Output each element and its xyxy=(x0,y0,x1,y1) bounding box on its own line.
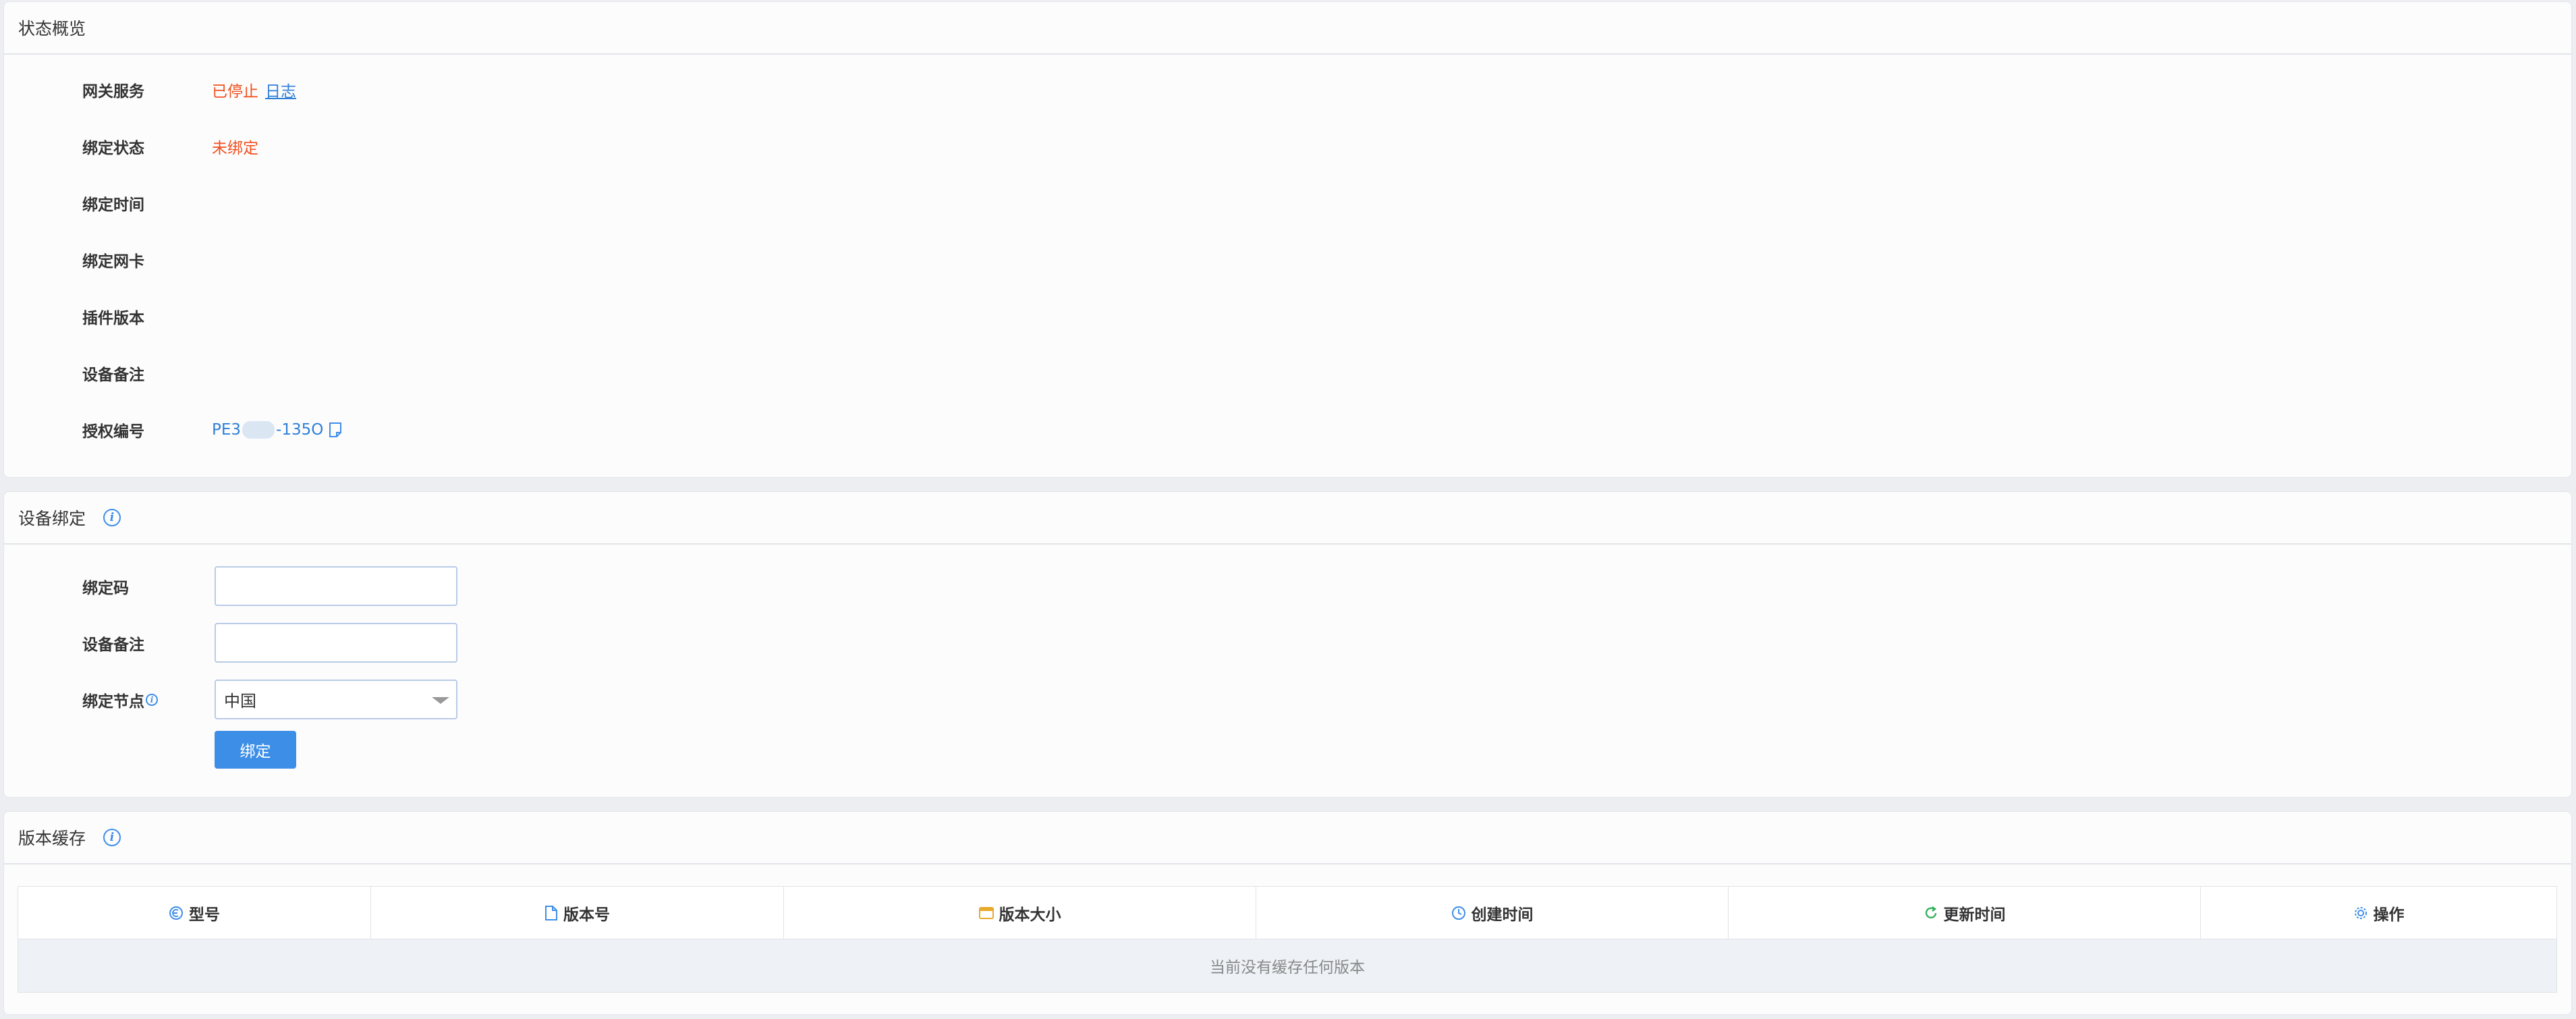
remark-input[interactable] xyxy=(215,623,457,663)
col-created-label: 创建时间 xyxy=(1471,906,1534,924)
cache-table: 型号 版本号 版本大小 创建时间 更新时间 操作 当前没有缓存任何版本 xyxy=(18,886,2557,993)
status-row-plugin-version: 插件版本 xyxy=(4,303,2571,330)
col-updated-label: 更新时间 xyxy=(1943,906,2006,924)
remark-label: 设备备注 xyxy=(82,636,144,654)
cache-empty-row: 当前没有缓存任何版本 xyxy=(18,939,2556,992)
status-panel-title: 状态概览 xyxy=(18,19,86,38)
remark-row: 设备备注 xyxy=(4,623,2571,663)
license-suffix: -135O xyxy=(276,421,324,439)
bind-code-row: 绑定码 xyxy=(4,566,2571,606)
page: 状态概览 网关服务 已停止 日志 绑定状态 未绑定 绑定时间 绑定网卡 插件版本 xyxy=(0,0,2576,1019)
col-size-label: 版本大小 xyxy=(999,906,1061,924)
license-value: PE3 -135O xyxy=(212,421,342,439)
status-panel-header: 状态概览 xyxy=(4,2,2571,55)
col-model[interactable]: 型号 xyxy=(18,887,371,939)
file-icon xyxy=(545,905,557,920)
col-version-label: 版本号 xyxy=(563,906,610,924)
log-link[interactable]: 日志 xyxy=(265,78,296,101)
bind-code-label: 绑定码 xyxy=(82,579,129,597)
refresh-icon xyxy=(1925,906,1936,918)
license-redacted xyxy=(242,421,275,439)
plugin-version-label: 插件版本 xyxy=(82,310,144,327)
gateway-label: 网关服务 xyxy=(82,83,144,101)
cache-panel-header: 版本缓存 i xyxy=(4,812,2571,864)
bind-panel: 设备绑定 i 绑定码 设备备注 绑定节点 i 中国 绑定 xyxy=(3,491,2572,798)
bind-code-input[interactable] xyxy=(215,566,457,606)
device-remark-label: 设备备注 xyxy=(82,366,144,384)
folder-icon xyxy=(978,906,994,919)
cache-table-header: 型号 版本号 版本大小 创建时间 更新时间 操作 xyxy=(18,887,2556,939)
node-select[interactable]: 中国 xyxy=(215,680,457,719)
node-label: 绑定节点 xyxy=(82,692,144,711)
gateway-value: 已停止 日志 xyxy=(212,78,296,101)
chevron-down-icon xyxy=(432,697,449,704)
clock-icon xyxy=(1451,906,1465,920)
status-row-bind-nic: 绑定网卡 xyxy=(4,246,2571,273)
node-label-wrap: 绑定节点 i xyxy=(82,688,158,711)
bind-panel-title: 设备绑定 xyxy=(18,509,86,528)
col-version[interactable]: 版本号 xyxy=(371,887,784,939)
license-label: 授权编号 xyxy=(82,423,144,441)
node-tip-icon[interactable]: i xyxy=(146,693,158,706)
cache-panel: 版本缓存 i 型号 版本号 版本大小 创建时间 更新时间 操作 当前没有缓存任何… xyxy=(3,811,2572,1015)
gateway-status: 已停止 xyxy=(212,83,258,101)
status-row-license: 授权编号 PE3 -135O xyxy=(4,416,2571,443)
license-prefix: PE3 xyxy=(212,421,242,439)
node-selected-value: 中国 xyxy=(224,692,256,711)
col-size[interactable]: 版本大小 xyxy=(784,887,1256,939)
gear-icon xyxy=(2354,906,2367,919)
status-row-bind-status: 绑定状态 未绑定 xyxy=(4,133,2571,160)
copy-icon[interactable] xyxy=(329,422,342,437)
status-row-device-remark: 设备备注 xyxy=(4,360,2571,387)
status-panel: 状态概览 网关服务 已停止 日志 绑定状态 未绑定 绑定时间 绑定网卡 插件版本 xyxy=(3,1,2572,478)
cache-panel-title: 版本缓存 xyxy=(18,829,86,848)
col-model-label: 型号 xyxy=(189,906,220,924)
col-actions[interactable]: 操作 xyxy=(2201,887,2556,939)
bind-status-value: 未绑定 xyxy=(212,140,258,157)
model-icon xyxy=(169,906,183,920)
col-created[interactable]: 创建时间 xyxy=(1256,887,1729,939)
status-row-gateway: 网关服务 已停止 日志 xyxy=(4,76,2571,103)
col-updated[interactable]: 更新时间 xyxy=(1729,887,2201,939)
node-row: 绑定节点 i 中国 xyxy=(4,680,2571,719)
bind-panel-header: 设备绑定 i xyxy=(4,492,2571,545)
status-row-bind-time: 绑定时间 xyxy=(4,190,2571,217)
bind-button[interactable]: 绑定 xyxy=(215,731,296,769)
info-icon[interactable]: i xyxy=(103,509,121,526)
bind-status-label: 绑定状态 xyxy=(82,140,144,157)
bind-nic-label: 绑定网卡 xyxy=(82,253,144,271)
bind-time-label: 绑定时间 xyxy=(82,196,144,214)
col-actions-label: 操作 xyxy=(2373,906,2405,924)
info-icon[interactable]: i xyxy=(103,829,121,846)
